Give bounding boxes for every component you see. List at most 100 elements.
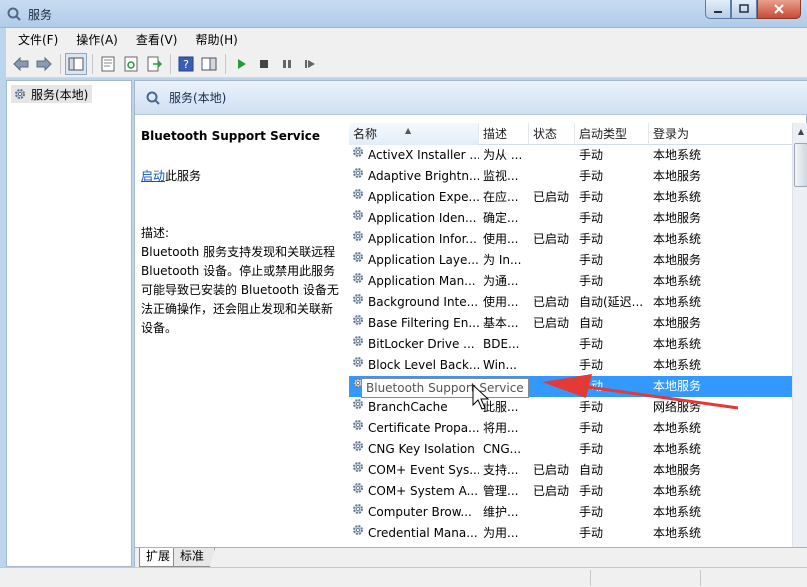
start-service-icon[interactable]	[230, 53, 252, 75]
stop-service-icon[interactable]	[253, 53, 275, 75]
service-name: Application Expe...	[368, 190, 479, 204]
action-pane-icon[interactable]	[198, 53, 220, 75]
pause-service-icon[interactable]	[276, 53, 298, 75]
service-name: Base Filtering En...	[368, 316, 479, 330]
service-status: 已启动	[533, 484, 570, 498]
menu-help[interactable]: 帮助(H)	[183, 31, 243, 48]
service-gear-icon	[351, 271, 365, 292]
start-service-line: 启动此服务	[141, 167, 341, 184]
service-description: 为从 ...	[483, 148, 523, 162]
restart-service-icon[interactable]	[299, 53, 321, 75]
service-row[interactable]: Block Level Back... Win... 手动 本地系统	[349, 355, 793, 376]
service-startup-type: 手动	[579, 358, 604, 372]
svg-text:?: ?	[183, 58, 189, 71]
menu-action[interactable]: 操作(A)	[64, 31, 124, 48]
service-row[interactable]: BranchCache 此服... 手动 网络服务	[349, 397, 793, 418]
pane-title: 服务(本地)	[169, 91, 227, 105]
close-icon[interactable]	[757, 0, 801, 19]
service-status: 已启动	[533, 463, 570, 477]
service-row[interactable]: Adaptive Brightn... 监视... 手动 本地服务	[349, 166, 793, 187]
tree-item-services-local[interactable]: 服务(本地)	[11, 85, 93, 103]
service-log-on-as: 本地服务	[653, 379, 702, 393]
menu-file[interactable]: 文件(F)	[6, 31, 64, 48]
minimize-icon[interactable]	[705, 0, 731, 19]
service-status	[529, 439, 575, 460]
service-name: COM+ Event Sys...	[368, 463, 479, 477]
service-gear-icon	[351, 481, 365, 502]
service-status	[529, 376, 575, 397]
service-status	[529, 334, 575, 355]
column-header-startup-type[interactable]: 启动类型	[575, 123, 649, 145]
column-header-name[interactable]: ▲ 名称	[349, 123, 479, 145]
service-startup-type: 自动	[579, 316, 604, 330]
service-status	[529, 271, 575, 292]
scroll-up-icon[interactable]: ▲	[793, 123, 807, 139]
service-row[interactable]: CNG Key Isolation CNG... 手动 本地系统	[349, 439, 793, 460]
service-startup-type: 手动	[579, 400, 604, 414]
service-name: CNG Key Isolation	[368, 442, 475, 456]
column-name-label: 名称	[353, 127, 378, 141]
service-row[interactable]: Application Infor... 使用... 已启动 手动 本地系统	[349, 229, 793, 250]
service-description: 管理...	[483, 484, 519, 498]
export-list-icon[interactable]	[143, 53, 165, 75]
service-row[interactable]: COM+ Event Sys... 支持... 已启动 自动 本地服务	[349, 460, 793, 481]
service-description: 为通...	[483, 274, 519, 288]
column-header-status[interactable]: 状态	[529, 123, 575, 145]
service-name-cell: Application Expe...	[349, 187, 479, 208]
view-tabs: 扩展 标准	[135, 547, 807, 568]
service-startup-type: 手动	[579, 190, 604, 204]
column-header-description[interactable]: 描述	[479, 123, 529, 145]
service-gear-icon	[351, 145, 365, 166]
service-log-on-as: 本地系统	[653, 421, 702, 435]
service-startup-type: 手动	[579, 232, 604, 246]
service-row[interactable]: ActiveX Installer ... 为从 ... 手动 本地系统	[349, 145, 793, 166]
service-row[interactable]: Computer Brow... 维护... 手动 本地系统	[349, 502, 793, 523]
title-bar: 服务	[0, 0, 807, 28]
menu-view[interactable]: 查看(V)	[124, 31, 184, 48]
service-startup-type: 手动	[579, 211, 604, 225]
description-label: 描述:	[141, 226, 170, 240]
menu-bar: 文件(F) 操作(A) 查看(V) 帮助(H)	[6, 28, 807, 50]
console-tree: 服务(本地)	[6, 80, 132, 567]
service-row[interactable]: COM+ System A... 管理... 已启动 手动 本地系统	[349, 481, 793, 502]
service-row[interactable]: Application Iden... 确定... 手动 本地服务	[349, 208, 793, 229]
vertical-scrollbar[interactable]: ▲	[792, 123, 807, 547]
scroll-thumb[interactable]	[794, 143, 807, 187]
service-name: Computer Brow...	[368, 505, 472, 519]
service-status	[529, 397, 575, 418]
properties-icon[interactable]	[97, 53, 119, 75]
service-gear-icon	[351, 439, 365, 460]
service-startup-type: 手动	[579, 421, 604, 435]
service-description: 在应...	[483, 190, 519, 204]
forward-arrow-icon[interactable]	[33, 53, 55, 75]
help-icon[interactable]: ?	[175, 53, 197, 75]
toolbar-separator	[225, 53, 226, 74]
service-name-cell: Certificate Propa...	[349, 418, 479, 439]
refresh-icon[interactable]	[120, 53, 142, 75]
service-gear-icon	[351, 229, 365, 250]
maximize-icon[interactable]	[731, 0, 757, 19]
service-description: 将用...	[483, 421, 519, 435]
column-header-log-on-as[interactable]: 登录为	[649, 123, 793, 145]
service-name: Application Iden...	[368, 211, 477, 225]
name-tooltip: Bluetooth Support Service	[361, 378, 529, 398]
start-service-link[interactable]: 启动	[141, 169, 165, 183]
service-row[interactable]: Application Laye... 为 In... 手动 本地服务	[349, 250, 793, 271]
pane-header: 服务(本地)	[135, 81, 807, 115]
service-description: 为用...	[483, 526, 519, 540]
tab-standard[interactable]: 标准	[173, 548, 216, 567]
service-row[interactable]: Application Expe... 在应... 已启动 手动 本地系统	[349, 187, 793, 208]
toolbar-separator	[92, 53, 93, 74]
show-hide-tree-icon[interactable]	[65, 52, 87, 75]
service-row[interactable]: Background Inte... 使用... 已启动 自动(延迟... 本地系统	[349, 292, 793, 313]
sort-ascending-icon: ▲	[405, 126, 412, 135]
service-name-cell: BitLocker Drive ...	[349, 334, 479, 355]
service-row[interactable]: BitLocker Drive ... BDE... 手动 本地系统	[349, 334, 793, 355]
service-row[interactable]: Base Filtering En... 基本... 已启动 自动 本地服务	[349, 313, 793, 334]
service-log-on-as: 本地服务	[653, 253, 702, 267]
service-row[interactable]: Credential Mana... 为用... 手动 本地系统	[349, 523, 793, 544]
back-arrow-icon[interactable]	[10, 53, 32, 75]
service-row[interactable]: Certificate Propa... 将用... 手动 本地系统	[349, 418, 793, 439]
service-log-on-as: 本地服务	[653, 316, 702, 330]
service-row[interactable]: Application Man... 为通... 手动 本地系统	[349, 271, 793, 292]
